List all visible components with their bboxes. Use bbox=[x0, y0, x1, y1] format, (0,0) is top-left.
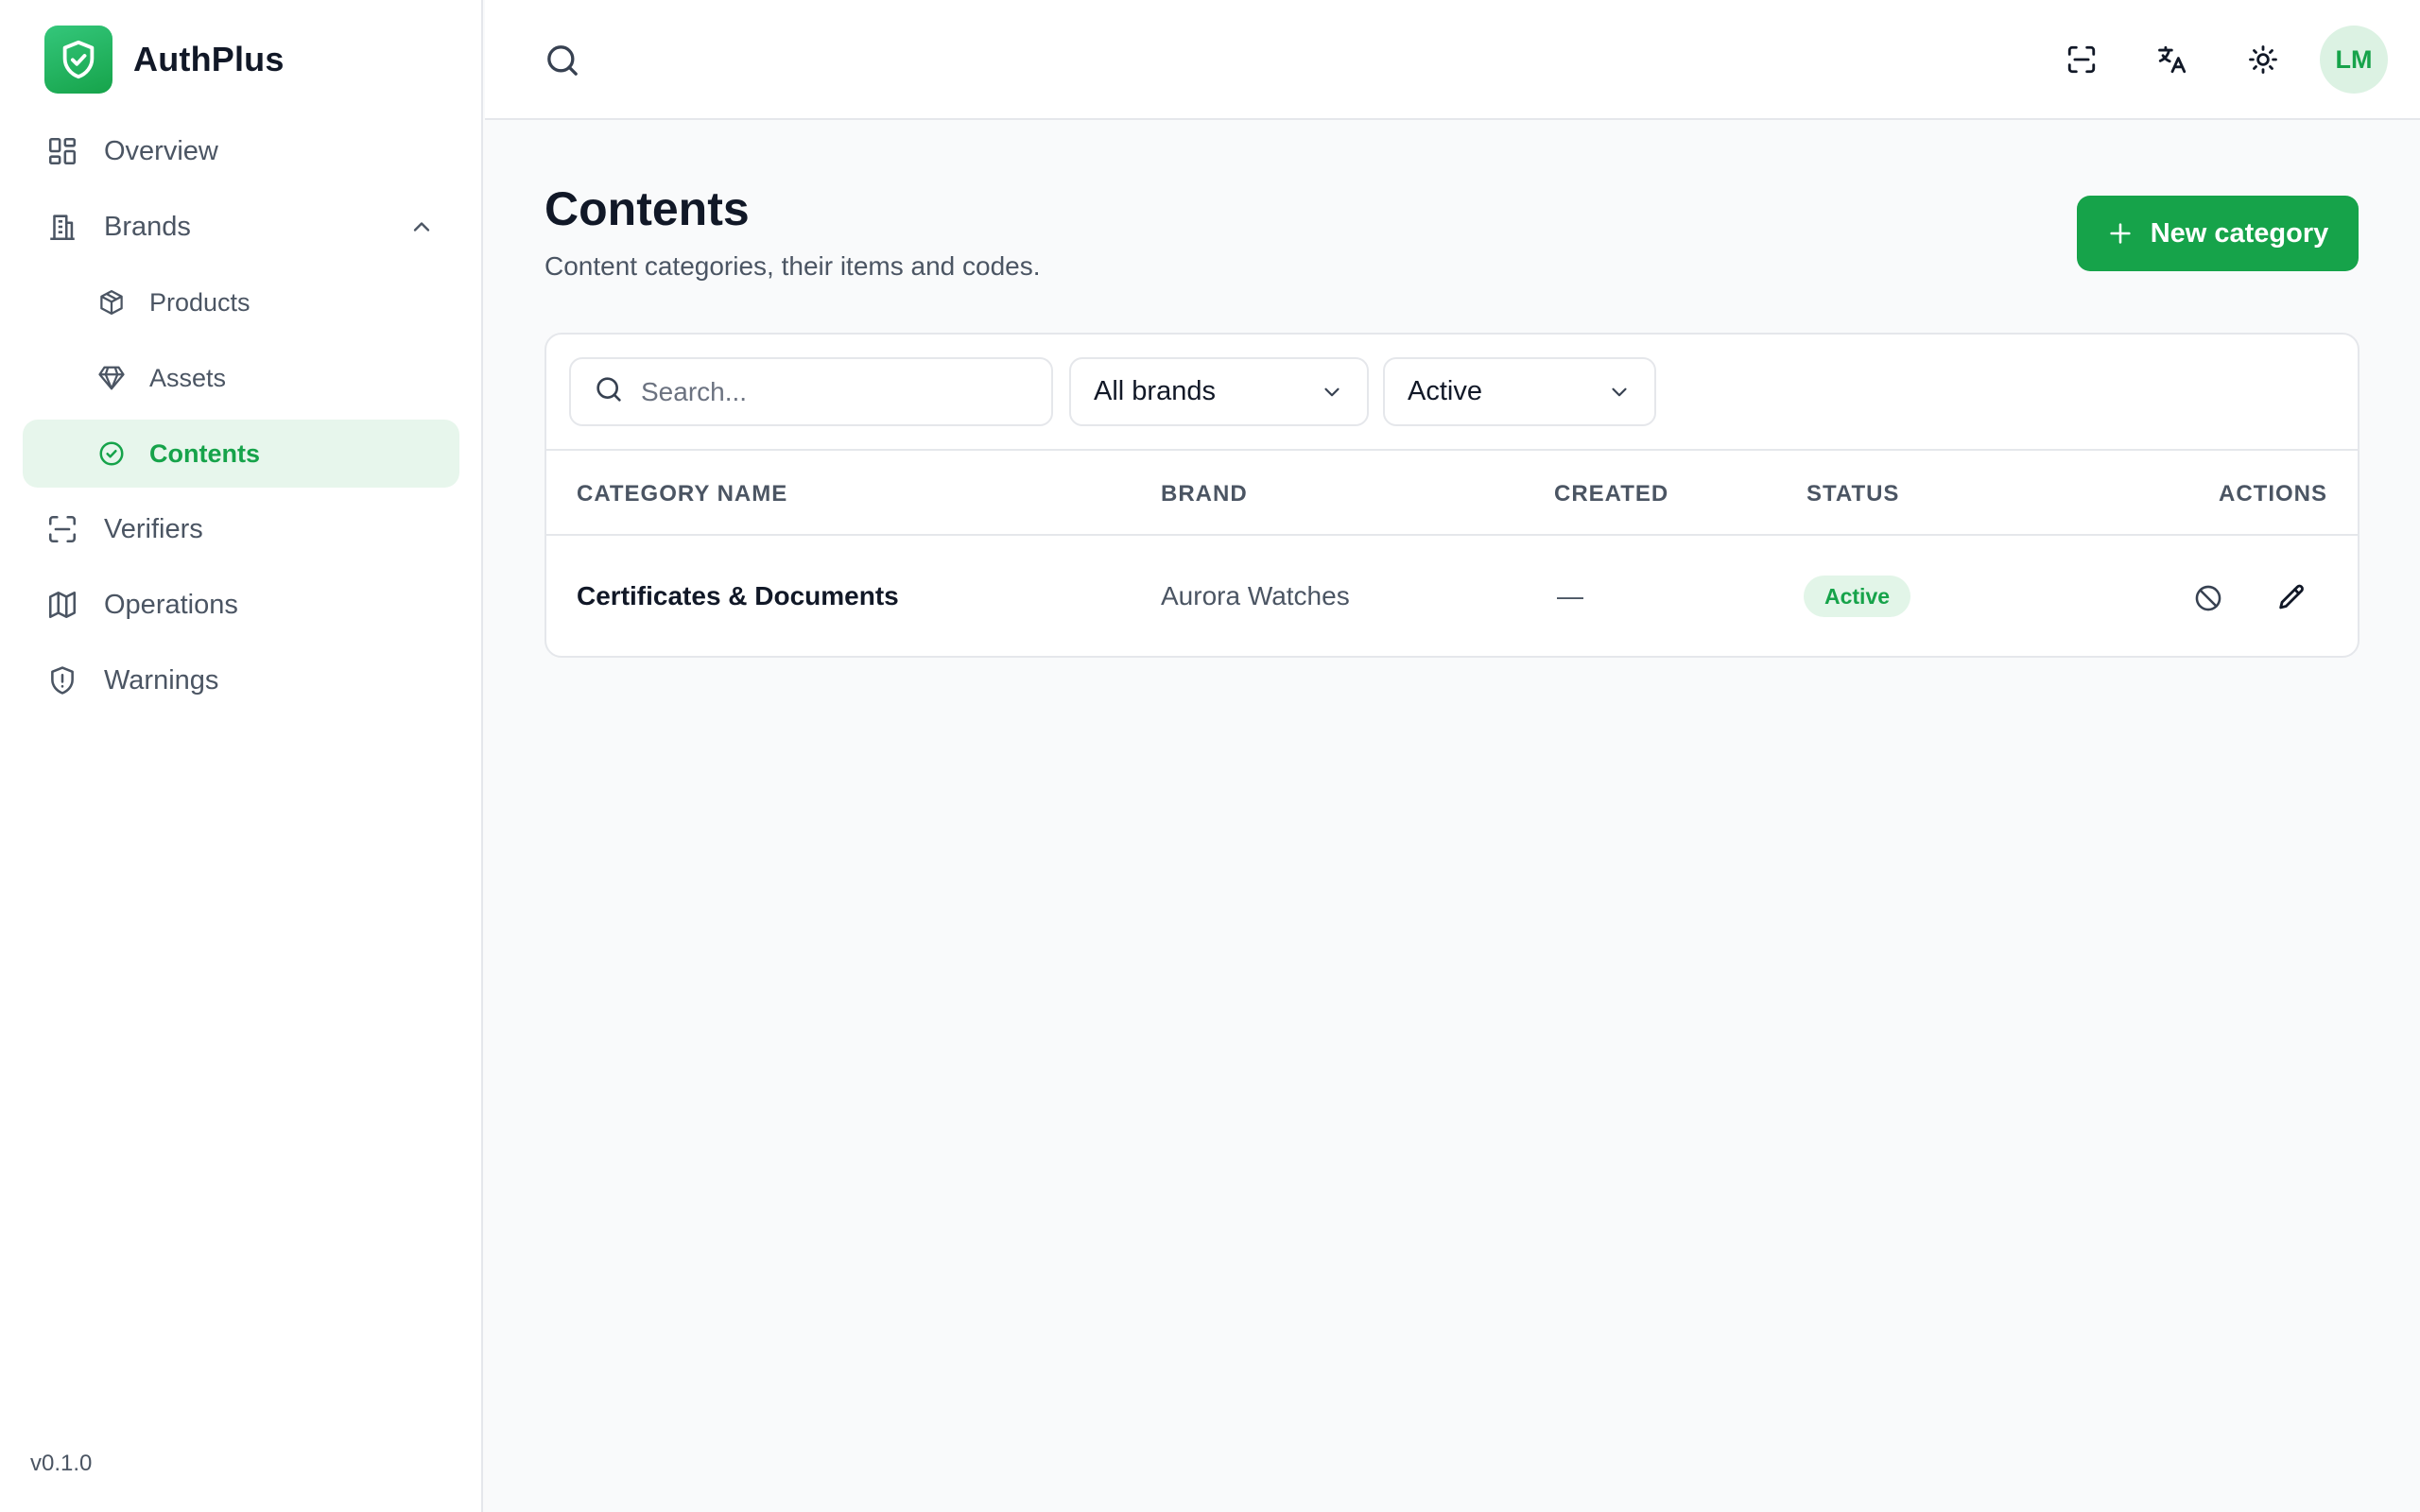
new-category-button[interactable]: New category bbox=[2077, 196, 2359, 271]
brand-cell: Aurora Watches bbox=[1161, 581, 1350, 610]
table-row[interactable]: Certificates & Documents Aurora Watches … bbox=[546, 536, 2358, 656]
created-cell: — bbox=[1557, 581, 1583, 610]
column-header-actions: ACTIONS bbox=[2219, 481, 2327, 507]
sidebar-item-warnings[interactable]: Warnings bbox=[23, 646, 459, 714]
search-icon bbox=[594, 374, 624, 409]
search-field[interactable] bbox=[569, 357, 1053, 426]
pencil-edit-icon[interactable] bbox=[2273, 579, 2310, 617]
category-name-cell[interactable]: Certificates & Documents bbox=[577, 581, 899, 611]
status-select-value: Active bbox=[1408, 376, 1482, 406]
chevron-down-icon bbox=[1607, 380, 1632, 404]
contents-table-card: All brands Active CATEGORY NAME BRAND CR… bbox=[544, 333, 2360, 658]
scan-icon bbox=[45, 512, 79, 546]
sidebar-item-brands[interactable]: Brands bbox=[23, 193, 459, 261]
column-header-brand[interactable]: BRAND bbox=[1161, 481, 1248, 507]
scan-icon[interactable] bbox=[2048, 26, 2116, 94]
sidebar-item-label: Operations bbox=[104, 589, 238, 620]
topbar-actions: LM bbox=[2025, 26, 2388, 94]
diamond-icon bbox=[96, 363, 127, 393]
filter-bar: All brands Active bbox=[546, 335, 2358, 451]
app-version: v0.1.0 bbox=[30, 1451, 93, 1476]
building-icon bbox=[45, 210, 79, 244]
topbar: LM bbox=[485, 0, 2420, 120]
app-name: AuthPlus bbox=[133, 40, 285, 78]
sidebar-nav: Overview Brands Products Assets Contents… bbox=[23, 117, 459, 722]
sidebar-item-label: Contents bbox=[149, 438, 260, 468]
disable-icon[interactable] bbox=[2189, 579, 2227, 617]
search-icon[interactable] bbox=[544, 42, 581, 79]
column-header-category-name[interactable]: CATEGORY NAME bbox=[577, 481, 787, 507]
sidebar-item-operations[interactable]: Operations bbox=[23, 571, 459, 639]
column-header-status[interactable]: STATUS bbox=[1806, 481, 1899, 507]
brand-logo-link[interactable]: AuthPlus bbox=[44, 26, 285, 94]
sidebar-item-label: Verifiers bbox=[104, 513, 203, 544]
status-badge: Active bbox=[1804, 576, 1911, 617]
search-input[interactable] bbox=[641, 376, 1038, 407]
sun-icon[interactable] bbox=[2229, 26, 2297, 94]
sidebar-item-overview[interactable]: Overview bbox=[23, 117, 459, 185]
sidebar-item-verifiers[interactable]: Verifiers bbox=[23, 495, 459, 563]
sidebar-item-label: Products bbox=[149, 287, 251, 317]
brand-select[interactable]: All brands bbox=[1069, 357, 1369, 426]
page-title: Contents bbox=[544, 182, 750, 235]
sidebar: AuthPlus Overview Brands Products Assets… bbox=[0, 0, 483, 1512]
sidebar-item-label: Overview bbox=[104, 135, 218, 166]
translate-icon[interactable] bbox=[2138, 26, 2206, 94]
new-category-label: New category bbox=[2150, 217, 2329, 249]
avatar[interactable]: LM bbox=[2320, 26, 2388, 94]
plus-icon bbox=[2107, 220, 2134, 247]
page-subtitle: Content categories, their items and code… bbox=[544, 251, 1041, 281]
column-header-created[interactable]: CREATED bbox=[1554, 481, 1668, 507]
box-icon bbox=[96, 287, 127, 318]
sidebar-item-contents[interactable]: Contents bbox=[23, 420, 459, 488]
chevron-down-icon bbox=[1320, 380, 1344, 404]
sidebar-item-products[interactable]: Products bbox=[23, 268, 459, 336]
map-icon bbox=[45, 588, 79, 622]
sidebar-item-assets[interactable]: Assets bbox=[23, 344, 459, 412]
dashboard-icon bbox=[45, 134, 79, 168]
shield-check-logo-icon bbox=[44, 26, 112, 94]
check-circle-icon bbox=[96, 438, 127, 469]
chevron-up-icon[interactable] bbox=[408, 214, 435, 240]
brand-select-value: All brands bbox=[1094, 376, 1216, 406]
shield-alert-icon bbox=[45, 663, 79, 697]
sidebar-item-label: Brands bbox=[104, 211, 191, 242]
table-header: CATEGORY NAME BRAND CREATED STATUS ACTIO… bbox=[546, 451, 2358, 536]
sidebar-item-label: Warnings bbox=[104, 664, 219, 696]
status-select[interactable]: Active bbox=[1383, 357, 1656, 426]
sidebar-item-label: Assets bbox=[149, 363, 227, 392]
